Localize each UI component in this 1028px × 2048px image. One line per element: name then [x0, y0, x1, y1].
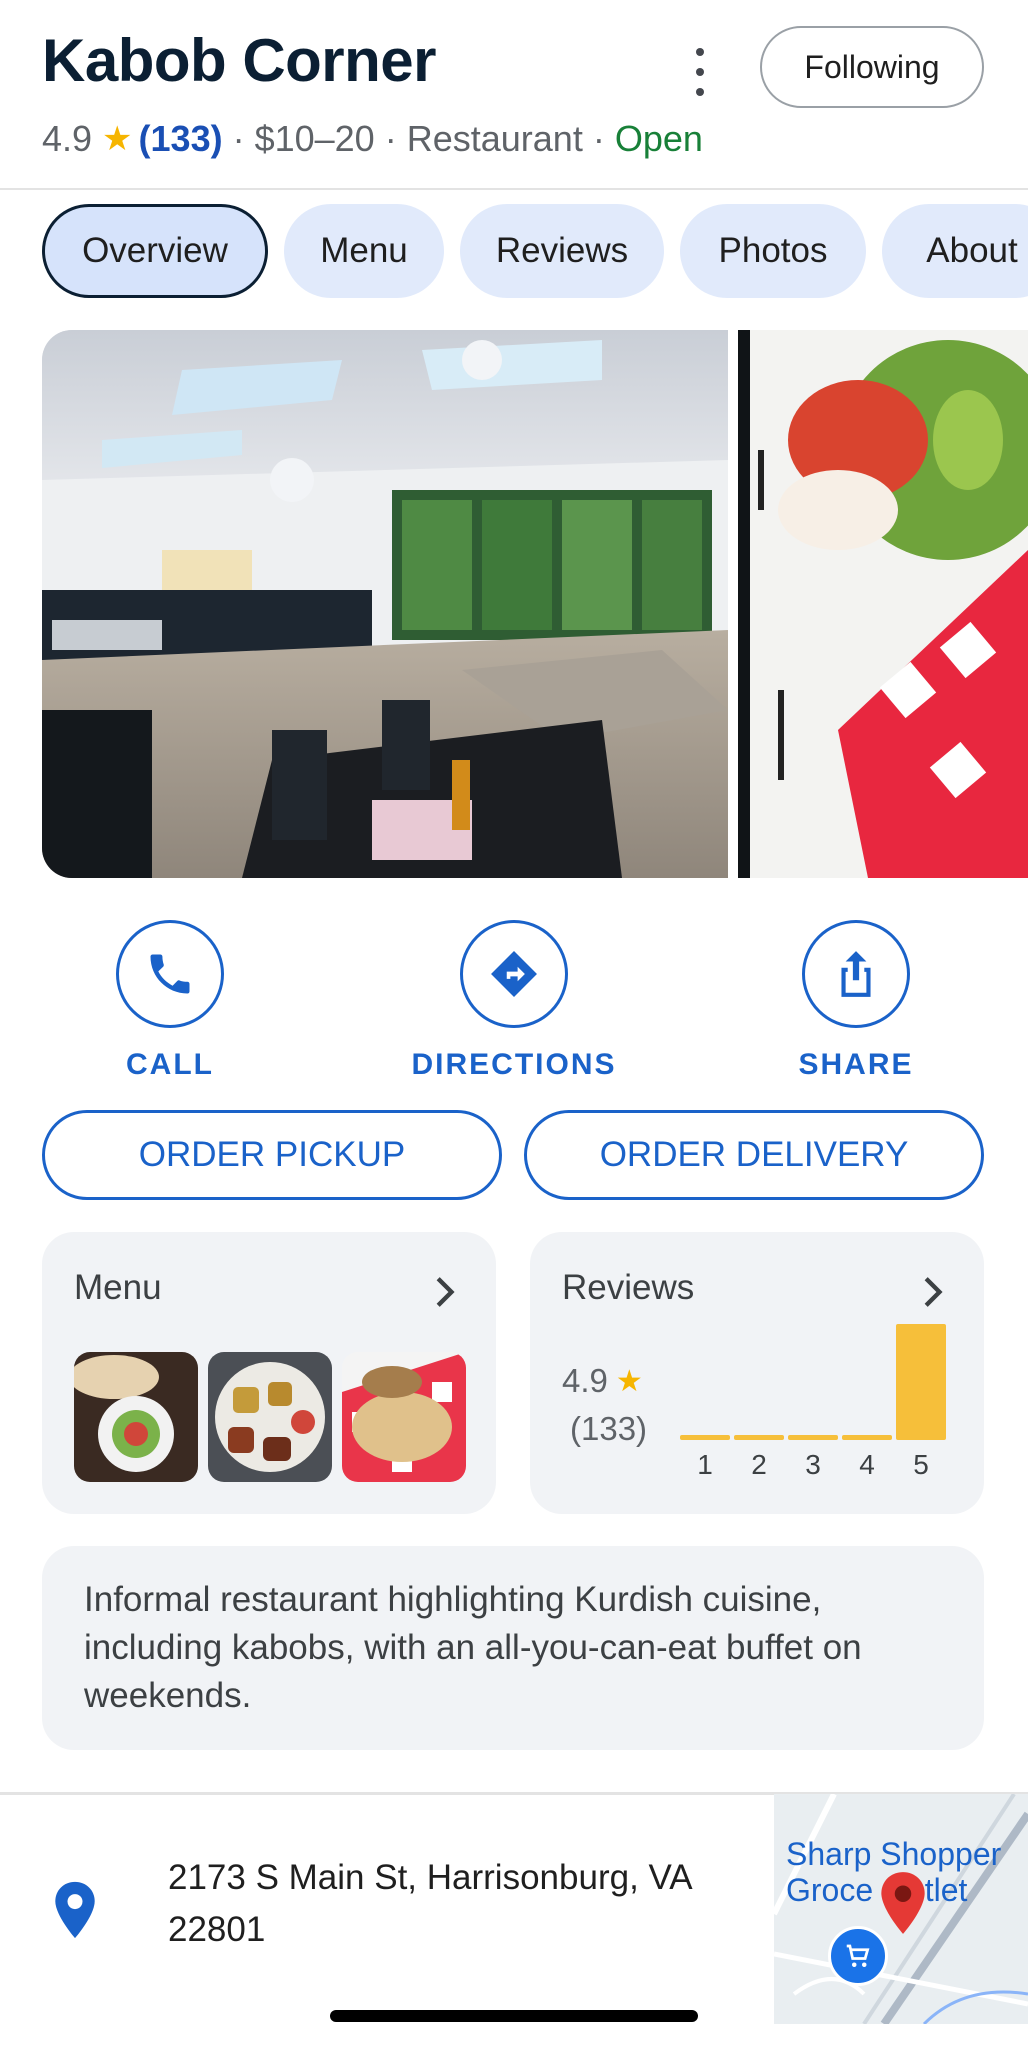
share-icon[interactable]	[802, 920, 910, 1028]
address-line1: 2173 S Main St, Harrisonburg, VA	[168, 1858, 693, 1897]
rating-value: 4.9	[42, 118, 93, 159]
phone-icon[interactable]	[116, 920, 224, 1028]
menu-thumbnail[interactable]	[208, 1352, 332, 1482]
map-poi-label-line1: Sharp Shopper	[786, 1836, 1002, 1872]
shopping-cart-icon	[828, 1926, 888, 1986]
separator-dot: ·	[592, 118, 605, 159]
histogram-tick-label: 5	[913, 1449, 929, 1480]
chevron-right-icon[interactable]	[424, 1272, 464, 1312]
order-pickup-button[interactable]: ORDER PICKUP	[42, 1110, 502, 1200]
review-count-link[interactable]: (133)	[139, 118, 223, 160]
separator-dot: ·	[384, 118, 397, 159]
call-label[interactable]: CALL	[126, 1048, 214, 1082]
star-icon: ★	[102, 120, 133, 158]
histogram-tick-label: 1	[697, 1449, 713, 1480]
call-action[interactable]: CALL	[70, 920, 270, 1082]
reviews-score-value: 4.9	[562, 1362, 608, 1399]
place-title: Kabob Corner	[42, 27, 437, 94]
header-divider	[0, 188, 1028, 190]
place-summary: 4.9 ★ (133) · $10–20 · Restaurant · Open	[42, 118, 703, 160]
address-line2: 22801	[168, 1910, 266, 1949]
home-indicator[interactable]	[330, 2010, 698, 2022]
menu-card[interactable]: Menu	[42, 1232, 496, 1514]
histogram-bar-4	[842, 1435, 892, 1440]
description-text: Informal restaurant highlighting Kurdish…	[84, 1580, 862, 1715]
tab-reviews[interactable]: Reviews	[460, 204, 664, 298]
interior-photo[interactable]	[42, 330, 728, 878]
tab-bar: Overview Menu Reviews Photos About	[42, 204, 1028, 300]
description-card: Informal restaurant highlighting Kurdish…	[42, 1546, 984, 1750]
rating-histogram: 1 2 3 4 5	[680, 1324, 946, 1480]
map-pin-icon	[881, 1872, 925, 1934]
separator-dot: ·	[232, 118, 245, 159]
menu-card-title: Menu	[74, 1268, 162, 1307]
histogram-bar-1	[680, 1435, 730, 1440]
tab-menu[interactable]: Menu	[284, 204, 444, 298]
tab-about[interactable]: About	[882, 204, 1028, 298]
histogram-bar-3	[788, 1435, 838, 1440]
menu-thumbnail[interactable]	[74, 1352, 198, 1482]
directions-icon[interactable]	[460, 920, 568, 1028]
reviews-card-title: Reviews	[562, 1268, 695, 1307]
directions-label[interactable]: DIRECTIONS	[412, 1048, 617, 1082]
histogram-tick-label: 3	[805, 1449, 821, 1480]
more-vert-icon[interactable]	[688, 48, 712, 96]
open-status: Open	[614, 118, 703, 159]
tab-overview[interactable]: Overview	[42, 204, 268, 298]
order-delivery-button[interactable]: ORDER DELIVERY	[524, 1110, 984, 1200]
location-pin-icon	[55, 1881, 95, 1939]
histogram-bar-2	[734, 1435, 784, 1440]
following-button[interactable]: Following	[760, 26, 984, 108]
chevron-right-icon[interactable]	[912, 1272, 952, 1312]
directions-action[interactable]: DIRECTIONS	[412, 920, 617, 1082]
reviews-count: (133)	[570, 1410, 648, 1447]
map-thumbnail[interactable]: Sharp Shopper Groce Outlet	[774, 1794, 1028, 2024]
share-action[interactable]: SHARE	[756, 920, 956, 1082]
reviews-score: 4.9 ★	[562, 1362, 643, 1400]
share-label[interactable]: SHARE	[798, 1048, 913, 1082]
tab-photos[interactable]: Photos	[680, 204, 866, 298]
star-icon: ★	[615, 1364, 643, 1398]
food-photo[interactable]	[738, 330, 1028, 878]
price-range: $10–20	[254, 118, 375, 159]
menu-thumbnail[interactable]	[342, 1352, 466, 1482]
category-label: Restaurant	[406, 118, 583, 159]
address-text[interactable]: 2173 S Main St, Harrisonburg, VA 22801	[168, 1852, 728, 1956]
histogram-bar-5	[896, 1324, 946, 1440]
reviews-card[interactable]: Reviews 4.9 ★ (133) 1 2 3 4 5	[530, 1232, 984, 1514]
histogram-tick-label: 4	[859, 1449, 875, 1480]
histogram-tick-label: 2	[751, 1449, 767, 1480]
